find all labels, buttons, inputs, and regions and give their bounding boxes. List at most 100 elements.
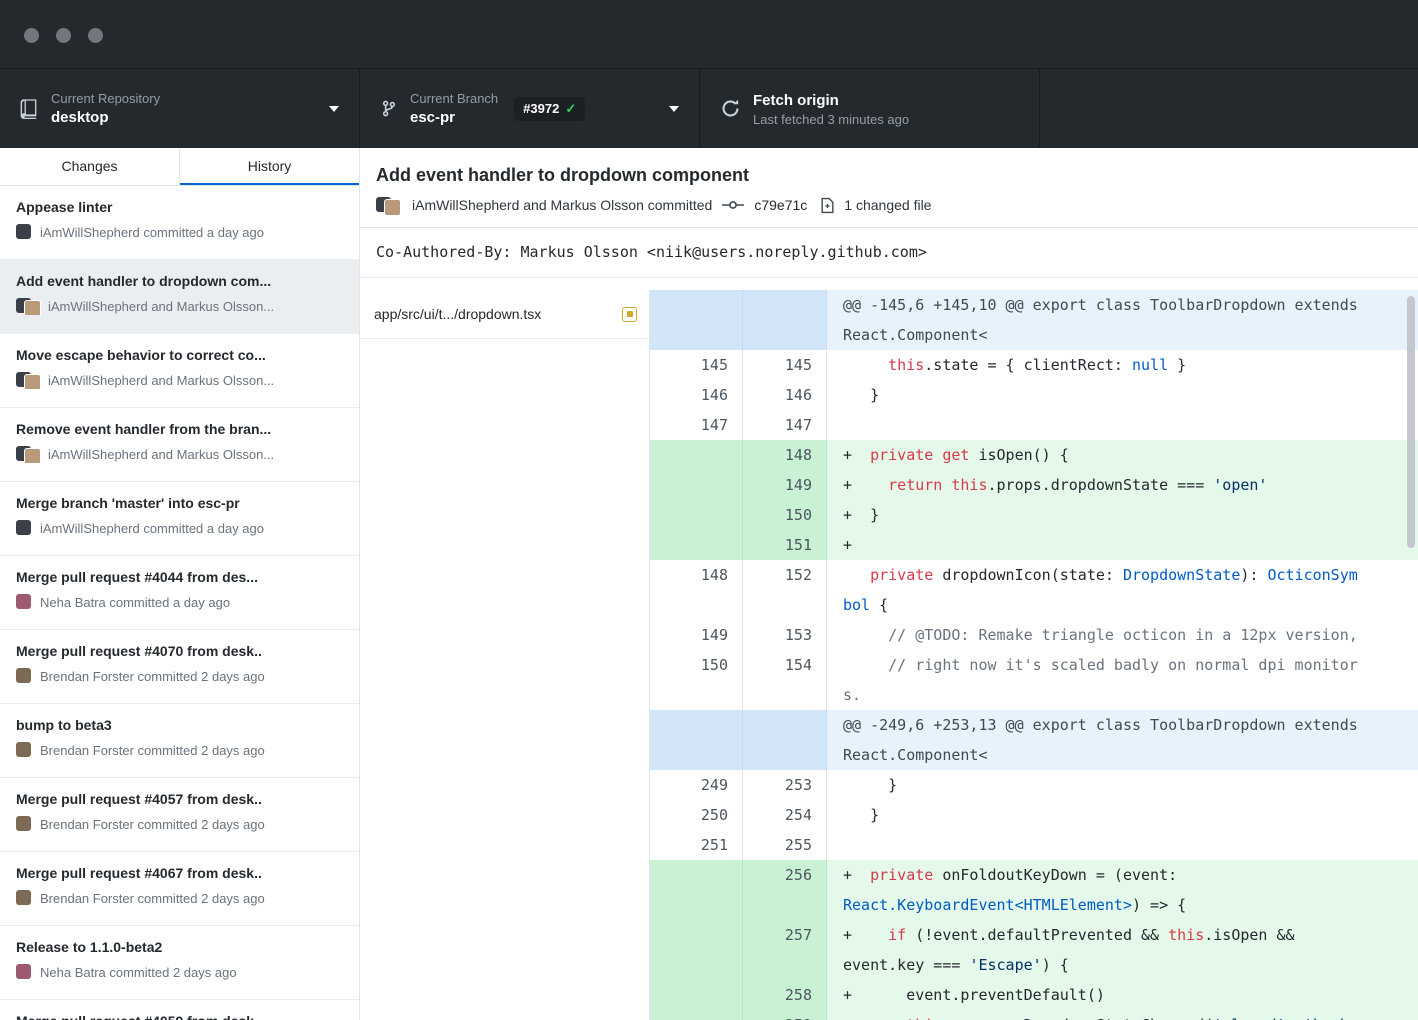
code-line: } [827,800,1418,830]
avatar [16,816,31,831]
diff-row-hunk: @@ -145,6 +145,10 @@ export class Toolba… [650,290,1418,350]
code-line: this.state = { clientRect: null } [827,350,1418,380]
commit-list-item[interactable]: Merge branch 'master' into esc-priAmWill… [0,482,359,556]
avatar [16,594,31,609]
commit-summary: Merge pull request #4044 from des... [16,568,343,586]
commit-list-item[interactable]: Merge pull request #4057 from desk..Bren… [0,778,359,852]
fetch-origin-button[interactable]: Fetch origin Last fetched 3 minutes ago [700,69,1040,148]
window-titlebar [0,0,1418,68]
commit-list-item[interactable]: Merge pull request #4067 from desk..Bren… [0,852,359,926]
old-line-number: 148 [650,560,743,620]
new-line-number: 253 [743,770,827,800]
avatar [16,520,31,535]
commit-list-item[interactable]: bump to beta3 Brendan Forster committed 2… [0,704,359,778]
new-line-number: 147 [743,410,827,440]
diff-view: @@ -145,6 +145,10 @@ export class Toolba… [650,290,1418,1020]
code-line: // right now it's scaled badly on normal… [827,650,1418,710]
avatar [384,199,401,216]
old-line-number: 150 [650,650,743,710]
avatar [16,668,31,683]
author-avatars [376,196,401,214]
commit-byline: Neha Batra committed a day ago [16,593,343,611]
new-line-number: 154 [743,650,827,710]
new-line-number: 150 [743,500,827,530]
zoom-button[interactable] [88,28,103,43]
old-line-number: 250 [650,800,743,830]
new-line-number: 152 [743,560,827,620]
commit-list-item[interactable]: Merge pull request #4059 from desk.. [0,1000,359,1020]
branch-label: Current Branch [410,91,498,107]
code-line: + if (!event.defaultPrevented && this.is… [827,920,1418,980]
diff-row-context: 147147 [650,410,1418,440]
diff-row-add: 259+ this.props.onDropdownStateChanged('… [650,1010,1418,1020]
traffic-lights [24,28,103,43]
diff-row-add: 150+ } [650,500,1418,530]
code-line: + return this.props.dropdownState === 'o… [827,470,1418,500]
commit-summary: Release to 1.1.0-beta2 [16,938,343,956]
fetch-title: Fetch origin [753,91,909,110]
diff-row-context: 149153 // @TODO: Remake triangle octicon… [650,620,1418,650]
commit-list-item[interactable]: Merge pull request #4070 from desk..Bren… [0,630,359,704]
author-avatars [16,593,33,611]
commit-list-item[interactable]: Release to 1.1.0-beta2Neha Batra committ… [0,926,359,1000]
diff-row-add: 256+ private onFoldoutKeyDown = (event: … [650,860,1418,920]
diff-row-add: 151+ [650,530,1418,560]
old-line-number [650,530,743,560]
commit-list-item[interactable]: Appease linteriAmWillShepherd committed … [0,186,359,260]
fetch-subtitle: Last fetched 3 minutes ago [753,111,909,128]
commit-summary: Merge pull request #4070 from desk.. [16,642,343,660]
diff-row-context: 249253 } [650,770,1418,800]
commit-byline: Brendan Forster committed 2 days ago [16,889,343,907]
code-line: + } [827,500,1418,530]
current-repository-dropdown[interactable]: Current Repository desktop [0,69,360,148]
new-line-number: 254 [743,800,827,830]
code-line: + private get isOpen() { [827,440,1418,470]
commit-sha: c79e71c [754,197,807,213]
diff-row-context: 146146 } [650,380,1418,410]
vertical-scrollbar-thumb[interactable] [1407,296,1415,548]
author-avatars [16,815,33,833]
old-line-number [650,860,743,920]
commit-byline: Brendan Forster committed 2 days ago [16,741,343,759]
commit-meta: iAmWillShepherd and Markus Olsson commit… [360,196,1418,228]
pr-number: #3972 [523,101,559,116]
author-avatars [16,223,33,241]
diff-row-add: 257+ if (!event.defaultPrevented && this… [650,920,1418,980]
commit-authors: iAmWillShepherd and Markus Olsson commit… [412,197,712,213]
old-line-number [650,470,743,500]
avatar [16,890,31,905]
new-line-number: 151 [743,530,827,560]
pr-number-badge: #3972 ✓ [514,97,585,121]
changed-file-icon [820,197,835,214]
commit-list-item[interactable]: Merge pull request #4044 from des... Neha… [0,556,359,630]
new-line-number: 149 [743,470,827,500]
current-branch-dropdown[interactable]: Current Branch esc-pr #3972 ✓ [360,69,700,148]
code-line: private dropdownIcon(state: DropdownStat… [827,560,1418,620]
old-line-number [650,980,743,1010]
old-line-number [650,710,743,770]
chevron-down-icon [669,106,679,112]
commit-list-item[interactable]: Add event handler to dropdown com...iAmW… [0,260,359,334]
commit-summary: Appease linter [16,198,343,216]
old-line-number [650,500,743,530]
modified-status-icon [622,307,637,322]
commit-summary: Merge branch 'master' into esc-pr [16,494,343,512]
sidebar-tabs: Changes History [0,148,359,186]
close-button[interactable] [24,28,39,43]
commit-list-item[interactable]: Move escape behavior to correct co...iAm… [0,334,359,408]
file-list-item[interactable]: app/src/ui/t.../dropdown.tsx [360,290,649,339]
old-line-number: 146 [650,380,743,410]
minimize-button[interactable] [56,28,71,43]
diff-row-context: 250254 } [650,800,1418,830]
commit-byline: Brendan Forster committed 2 days ago [16,815,343,833]
branch-name: esc-pr [410,108,498,127]
tab-history[interactable]: History [180,148,359,185]
tab-changes[interactable]: Changes [0,148,180,185]
avatar [24,448,41,463]
commit-summary: bump to beta3 [16,716,343,734]
code-line: + private onFoldoutKeyDown = (event: Rea… [827,860,1418,920]
new-line-number: 153 [743,620,827,650]
commit-list-item[interactable]: Remove event handler from the bran...iAm… [0,408,359,482]
git-branch-icon [380,98,398,119]
commit-byline: iAmWillShepherd and Markus Olsson... [16,371,343,389]
